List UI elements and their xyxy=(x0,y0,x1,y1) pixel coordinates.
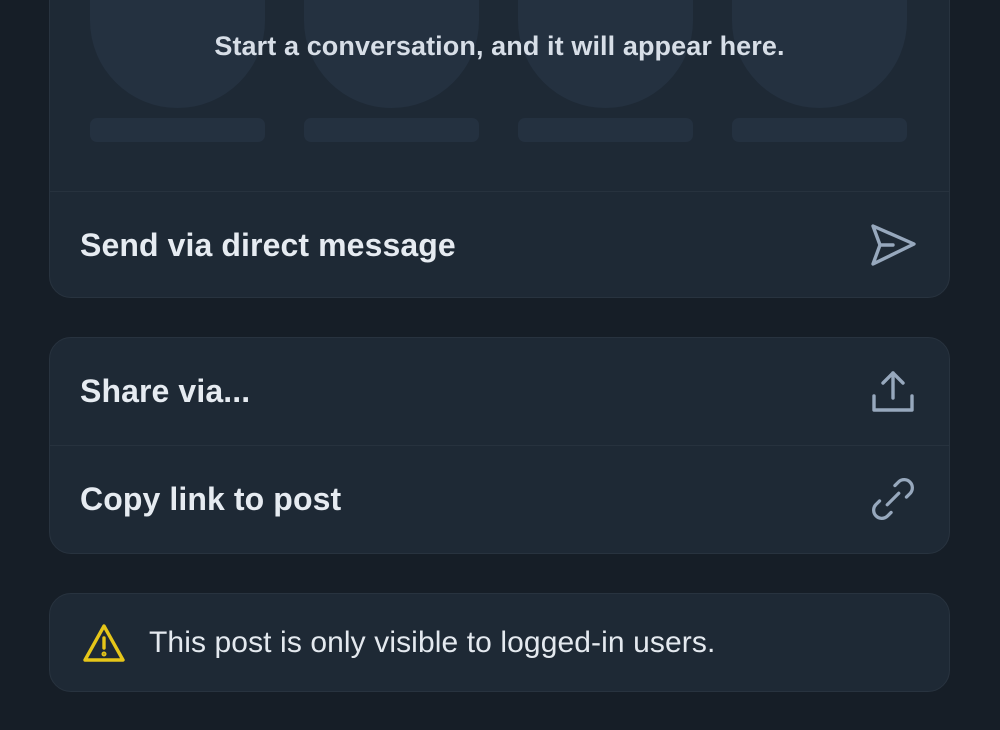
share-options-card: Share via... Copy link to post xyxy=(49,337,950,554)
paper-plane-icon xyxy=(869,222,917,270)
share-via-button[interactable]: Share via... xyxy=(50,338,949,445)
visibility-notice: This post is only visible to logged-in u… xyxy=(49,593,950,692)
name-placeholder xyxy=(304,118,479,142)
warning-icon xyxy=(82,623,126,663)
copy-link-label: Copy link to post xyxy=(80,480,342,517)
name-placeholder xyxy=(518,118,693,142)
recent-conversations-placeholder: Start a conversation, and it will appear… xyxy=(50,0,949,192)
visibility-notice-text: This post is only visible to logged-in u… xyxy=(149,625,716,659)
link-icon xyxy=(869,475,917,523)
share-upload-icon xyxy=(869,368,917,416)
direct-message-card: Start a conversation, and it will appear… xyxy=(49,0,950,298)
send-via-direct-message-label: Send via direct message xyxy=(80,227,456,263)
empty-conversations-text: Start a conversation, and it will appear… xyxy=(214,31,785,61)
share-via-label: Share via... xyxy=(80,373,251,409)
send-via-direct-message-button[interactable]: Send via direct message xyxy=(50,192,949,297)
copy-link-button[interactable]: Copy link to post xyxy=(50,445,949,552)
name-placeholder xyxy=(732,118,907,142)
name-placeholder xyxy=(90,118,265,142)
